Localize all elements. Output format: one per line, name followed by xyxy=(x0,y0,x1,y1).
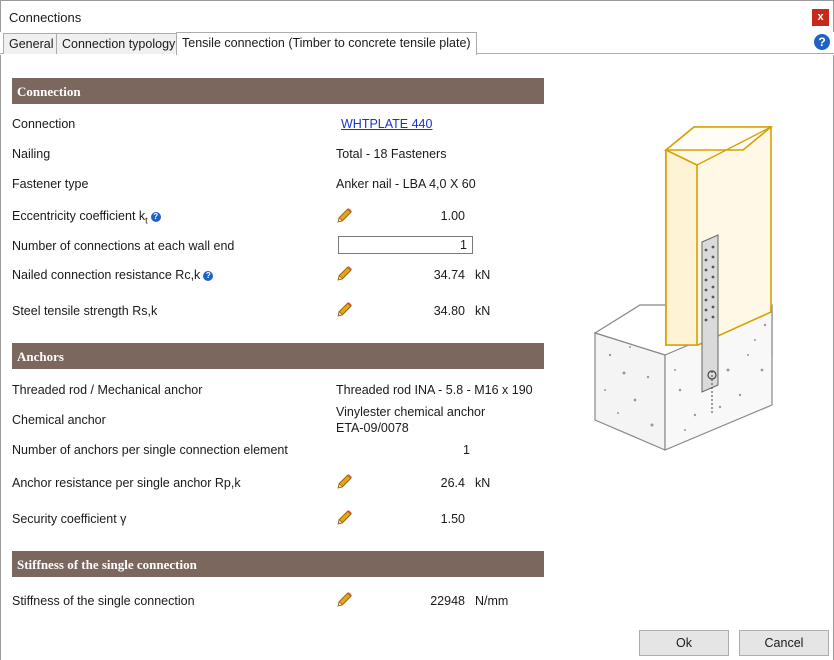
window-title: Connections xyxy=(9,10,82,25)
label-connections-per-wall-end: Number of connections at each wall end xyxy=(12,239,235,253)
info-icon[interactable]: ? xyxy=(150,212,161,222)
value-threaded-rod: Threaded rod INA - 5.8 - M16 x 190 xyxy=(336,383,533,397)
label-anchor-resistance: Anchor resistance per single anchor Rp,k xyxy=(12,476,241,490)
value-chemical-anchor-line1: Vinylester chemical anchor xyxy=(336,405,486,419)
label-security-coefficient: Security coefficient γ xyxy=(12,512,127,526)
value-nailed-resistance: 34.74 xyxy=(433,268,465,282)
value-stiffness: 22948 xyxy=(430,594,465,608)
pencil-icon[interactable] xyxy=(336,265,353,282)
eccentricity-label-text: Eccentricity coefficient k xyxy=(12,209,146,223)
info-icon[interactable]: ? xyxy=(203,271,214,281)
title-bar: Connections x xyxy=(0,0,834,32)
value-fastener-type: Anker nail - LBA 4,0 X 60 xyxy=(336,177,476,191)
label-chemical-anchor: Chemical anchor xyxy=(12,413,106,427)
pencil-icon[interactable] xyxy=(336,509,353,526)
pencil-icon[interactable] xyxy=(336,473,353,490)
section-header-anchors: Anchors xyxy=(12,343,544,369)
section-header-stiffness: Stiffness of the single connection xyxy=(12,551,544,577)
label-nailed-resistance: Nailed connection resistance Rc,k? xyxy=(12,268,214,282)
label-anchors-per-element: Number of anchors per single connection … xyxy=(12,443,288,457)
label-threaded-rod: Threaded rod / Mechanical anchor xyxy=(12,383,203,397)
label-steel-strength: Steel tensile strength Rs,k xyxy=(12,304,158,318)
pencil-icon[interactable] xyxy=(336,301,353,318)
nailed-resistance-label-text: Nailed connection resistance Rc,k xyxy=(12,268,201,282)
connection-link[interactable]: WHTPLATE 440 xyxy=(341,117,432,131)
value-steel-strength: 34.80 xyxy=(433,304,465,318)
label-eccentricity: Eccentricity coefficient kt? xyxy=(12,209,161,226)
tab-tensile-connection[interactable]: Tensile connection (Timber to concrete t… xyxy=(176,32,477,55)
label-nailing: Nailing xyxy=(12,147,51,161)
ok-button[interactable]: Ok xyxy=(639,630,729,656)
unit-steel-strength: kN xyxy=(475,304,491,318)
label-fastener-type: Fastener type xyxy=(12,177,89,191)
pencil-icon[interactable] xyxy=(336,207,353,224)
unit-stiffness: N/mm xyxy=(475,594,509,608)
eccentricity-subscript: t xyxy=(145,215,148,226)
help-icon[interactable]: ? xyxy=(814,34,830,50)
value-security-coefficient: 1.50 xyxy=(440,512,465,526)
connection-drawing xyxy=(593,126,774,451)
value-anchors-per-element: 1 xyxy=(463,443,470,457)
unit-nailed-resistance: kN xyxy=(475,268,491,282)
cancel-button[interactable]: Cancel xyxy=(739,630,829,656)
pencil-icon[interactable] xyxy=(336,591,353,608)
tab-general[interactable]: General xyxy=(3,33,60,54)
unit-anchor-resistance: kN xyxy=(475,476,491,490)
value-anchor-resistance: 26.4 xyxy=(440,476,465,490)
close-button[interactable]: x xyxy=(812,9,829,26)
value-eccentricity: 1.00 xyxy=(440,209,465,223)
label-stiffness: Stiffness of the single connection xyxy=(12,594,195,608)
connections-per-wall-end-input[interactable]: 1 xyxy=(338,236,473,254)
section-header-connection: Connection xyxy=(12,78,544,104)
tab-bar: General Connection typology Tensile conn… xyxy=(0,32,834,55)
label-connection: Connection xyxy=(12,117,76,131)
value-chemical-anchor-line2: ETA-09/0078 xyxy=(336,421,409,435)
tab-connection-typology[interactable]: Connection typology xyxy=(56,33,182,54)
value-nailing: Total - 18 Fasteners xyxy=(336,147,447,161)
